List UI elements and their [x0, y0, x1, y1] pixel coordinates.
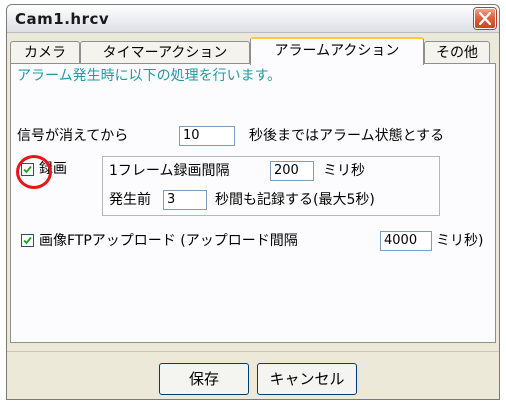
panel-description: アラーム発生時に以下の処理を行います。 [17, 68, 282, 84]
cancel-button[interactable]: キャンセル [257, 363, 357, 395]
settings-window: Cam1.hrcv カメラ タイマーアクション アラームアクション その他 アラ… [6, 4, 500, 400]
window-title: Cam1.hrcv [15, 10, 110, 28]
ftp-upload-checkbox[interactable] [21, 234, 34, 247]
alarm-action-panel: アラーム発生時に以下の処理を行います。 信号が消えてから 10 秒後まではアラー… [10, 63, 496, 343]
highlight-circle-annotation [16, 155, 52, 189]
record-interval-unit: ミリ秒 [323, 163, 365, 179]
tab-camera[interactable]: カメラ [10, 41, 80, 63]
pre-record-suffix: 秒間も記録する(最大5秒) [215, 192, 375, 208]
checkmark-icon [23, 236, 32, 245]
ftp-interval-suffix: ミリ秒) [436, 233, 484, 249]
ftp-upload-label: 画像FTPアップロード (アップロード間隔 [39, 233, 298, 249]
tab-alarm-action[interactable]: アラームアクション [250, 37, 424, 65]
save-button[interactable]: 保存 [159, 363, 249, 395]
signal-seconds-input[interactable]: 10 [179, 126, 235, 146]
tab-timer-action[interactable]: タイマーアクション [80, 41, 250, 63]
footer-divider [7, 351, 499, 352]
signal-label: 信号が消えてから [17, 128, 129, 144]
close-icon [479, 12, 491, 25]
record-interval-input[interactable]: 200 [270, 161, 314, 181]
title-bar[interactable]: Cam1.hrcv [7, 5, 499, 33]
ftp-interval-input[interactable]: 4000 [380, 231, 432, 251]
close-button[interactable] [474, 8, 496, 29]
signal-suffix-label: 秒後まではアラーム状態とする [249, 128, 445, 144]
tab-bar: カメラ タイマーアクション アラームアクション その他 [10, 37, 498, 65]
tab-other[interactable]: その他 [424, 41, 490, 63]
pre-record-label: 発生前 [109, 192, 151, 208]
record-interval-label: 1フレーム録画間隔 [109, 163, 230, 179]
pre-record-seconds-input[interactable]: 3 [163, 190, 207, 210]
